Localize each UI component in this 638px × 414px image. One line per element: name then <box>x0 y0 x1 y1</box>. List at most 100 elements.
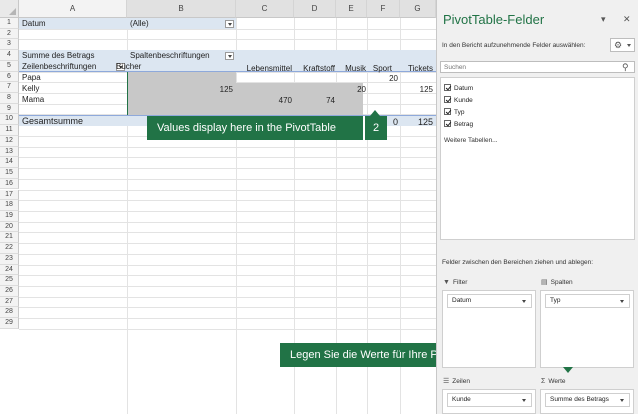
value-kelly-tickets: 125 <box>419 85 433 94</box>
columns-area-item[interactable]: Typ <box>545 294 630 308</box>
row-header[interactable]: 27 <box>0 296 19 308</box>
total-value-g: 125 <box>417 117 433 127</box>
sigma-icon: Σ <box>541 378 546 385</box>
row-header[interactable]: 12 <box>0 135 19 147</box>
values-area-item[interactable]: Summe des Betrags <box>545 393 630 407</box>
category-tickets: Tickets <box>407 64 433 73</box>
column-header-c[interactable]: C <box>236 0 294 18</box>
row-header[interactable]: 20 <box>0 221 19 233</box>
filter-area[interactable]: Datum <box>442 290 536 368</box>
row-header[interactable]: 26 <box>0 286 19 297</box>
row-header[interactable]: 9 <box>0 103 19 115</box>
search-input[interactable] <box>440 61 635 73</box>
column-header-b[interactable]: B <box>127 0 236 18</box>
row-header[interactable]: 3 <box>0 39 19 51</box>
column-labels-header: Spaltenbeschriftungen <box>130 51 210 60</box>
row-header[interactable]: 23 <box>0 253 19 265</box>
row-header[interactable]: 6 <box>0 71 19 83</box>
select-all-corner[interactable] <box>0 0 19 18</box>
row-header[interactable]: 11 <box>0 125 19 136</box>
row-label-papa: Papa <box>22 73 41 82</box>
row-gridline <box>19 243 436 245</box>
row-gridline <box>19 232 436 234</box>
row-header[interactable]: 14 <box>0 157 19 169</box>
more-tables-link[interactable]: Weitere Tabellen... <box>444 137 498 144</box>
row-gridline <box>19 296 436 298</box>
gear-icon[interactable]: ⚙ <box>610 38 635 52</box>
row-gridline <box>19 157 436 159</box>
row-label-kelly: Kelly <box>22 84 40 93</box>
dropdown-icon[interactable]: ▾ <box>601 14 606 25</box>
filter-value: (Alle) <box>130 19 149 28</box>
row-header[interactable]: 29 <box>0 318 19 329</box>
row-header[interactable]: 1 <box>0 18 19 29</box>
pivot-field-pane: PivotTable-Felder ▾ ✕ In den Bericht auf… <box>436 0 638 414</box>
checkbox-checked-icon[interactable] <box>444 83 451 91</box>
field-datum[interactable]: Datum <box>444 83 473 94</box>
row-header[interactable]: 28 <box>0 307 19 319</box>
checkbox-checked-icon[interactable] <box>444 95 451 103</box>
row-header[interactable]: 4 <box>0 50 19 61</box>
row-labels-header: Zeilenbeschriftungen <box>22 62 97 71</box>
column-header-f[interactable]: F <box>367 0 400 18</box>
values-callout-pointer <box>370 110 380 116</box>
columns-area[interactable]: Typ <box>540 290 634 368</box>
row-header[interactable]: 15 <box>0 168 19 179</box>
checkbox-checked-icon[interactable] <box>444 107 451 115</box>
fields-callout-pointer <box>563 367 573 373</box>
close-icon[interactable]: ✕ <box>623 14 631 25</box>
rows-area-item[interactable]: Kunde <box>447 393 532 407</box>
row-header[interactable]: 25 <box>0 275 19 286</box>
row-header[interactable]: 7 <box>0 82 19 93</box>
row-header[interactable]: 13 <box>0 146 19 158</box>
filter-field-label: Datum <box>22 19 46 28</box>
filter-area-item[interactable]: Datum <box>447 294 532 308</box>
category-sport: Sport <box>372 64 392 73</box>
row-header[interactable]: 18 <box>0 200 19 211</box>
category-musik: Musik <box>345 64 366 73</box>
field-kunde[interactable]: Kunde <box>444 95 473 106</box>
column-header-a[interactable]: A <box>19 0 127 18</box>
row-header[interactable]: 8 <box>0 93 19 104</box>
row-header[interactable]: 19 <box>0 210 19 222</box>
filter-dropdown-icon[interactable] <box>225 20 234 28</box>
row-header[interactable]: 10 <box>0 114 19 126</box>
values-callout-number: 2 <box>363 116 387 140</box>
row-header[interactable]: 2 <box>0 28 19 40</box>
filter-row-band <box>19 18 236 29</box>
row-gridline <box>19 275 436 277</box>
row-gridline <box>19 253 436 255</box>
row-gridline <box>19 264 436 266</box>
rows-area[interactable]: Kunde <box>442 389 536 414</box>
row-gridline <box>19 286 436 287</box>
row-header[interactable]: 16 <box>0 178 19 190</box>
category-buecher: Bücher <box>116 62 142 71</box>
value-papa-sport: 20 <box>389 74 398 83</box>
row-gridline <box>19 39 436 41</box>
row-header[interactable]: 24 <box>0 264 19 276</box>
row-header[interactable]: 22 <box>0 243 19 254</box>
values-area[interactable]: Summe des Betrags <box>540 389 634 414</box>
field-typ[interactable]: Typ <box>444 107 464 118</box>
column-header-g[interactable]: G <box>400 0 436 18</box>
column-header-d[interactable]: D <box>294 0 336 18</box>
fields-callout: Legen Sie die Werte für Ihre PivotTable … <box>280 343 436 367</box>
row-header[interactable]: 5 <box>0 60 19 72</box>
drag-areas-label: Felder zwischen den Bereichen ziehen und… <box>442 259 594 266</box>
value-kelly-buecher: 125 <box>219 85 233 94</box>
pane-title: PivotTable-Felder <box>443 12 545 27</box>
row-header[interactable]: 21 <box>0 232 19 244</box>
row-gridline <box>19 328 436 330</box>
row-label-mama: Mama <box>22 95 45 104</box>
row-gridline <box>19 178 436 180</box>
worksheet[interactable]: A B C D E F G 1 2 3 4 5 6 7 8 9 10 11 12 13 14 15 16 17 1… <box>0 0 436 414</box>
checkbox-checked-icon[interactable] <box>444 119 451 127</box>
rows-area-head: ☰ Zeilen <box>443 378 470 385</box>
column-labels-dropdown-icon[interactable] <box>225 52 234 60</box>
column-header-e[interactable]: E <box>336 0 367 18</box>
field-betrag[interactable]: Betrag <box>444 119 473 130</box>
columns-icon: ▤ <box>541 279 548 286</box>
search-icon[interactable]: ⚲ <box>622 62 629 73</box>
row-header[interactable]: 17 <box>0 189 19 201</box>
row-gridline <box>19 210 436 212</box>
